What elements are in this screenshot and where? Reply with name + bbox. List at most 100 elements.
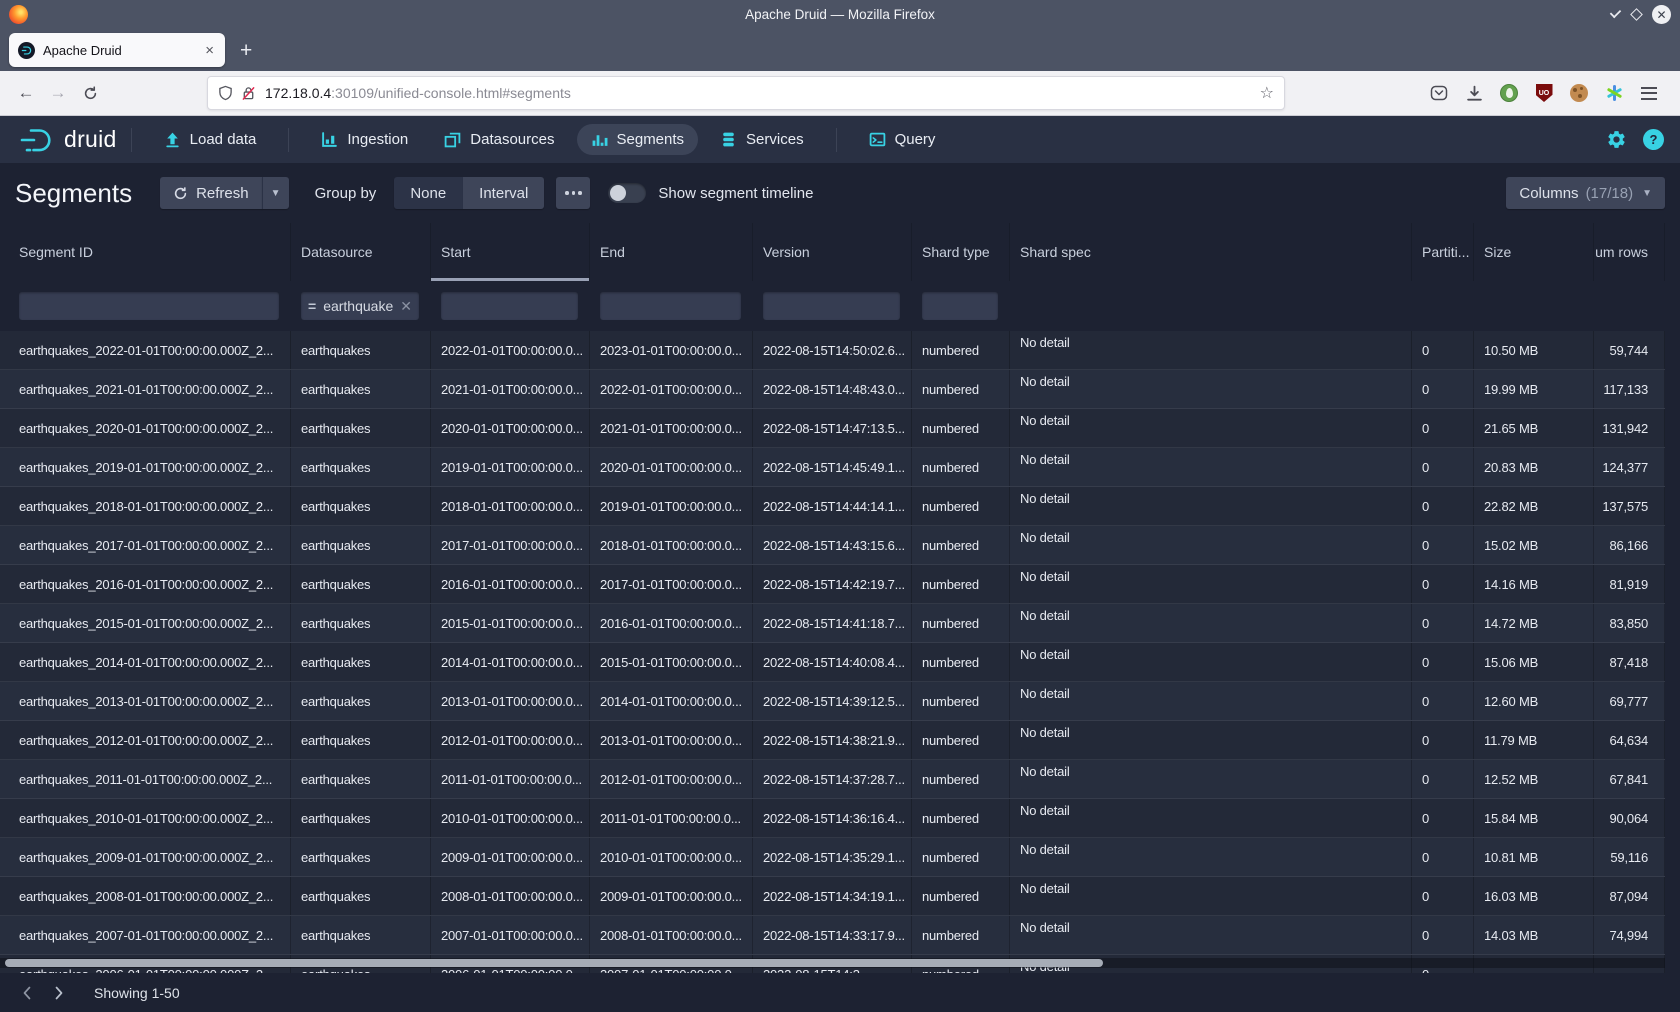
nav-item-ingestion[interactable]: Ingestion [307,124,422,155]
horizontal-scrollbar-thumb[interactable] [5,959,1103,967]
column-header-shard-type[interactable]: Shard type [912,223,1010,281]
cell-id[interactable]: earthquakes_2022-01-01T00:00:00.000Z_2..… [0,331,291,369]
refresh-label: Refresh [196,185,249,202]
cell-id[interactable]: earthquakes_2013-01-01T00:00:00.000Z_2..… [0,682,291,720]
table-row[interactable]: earthquakes_2010-01-01T00:00:00.000Z_2..… [0,799,1665,838]
cell-shard-spec: No detail [1010,331,1412,369]
druid-brand[interactable]: druid [18,126,117,154]
filter-input-start[interactable] [441,292,578,320]
database-icon [720,131,737,148]
table-row[interactable]: earthquakes_2015-01-01T00:00:00.000Z_2..… [0,604,1665,643]
refresh-button[interactable]: Refresh [160,177,262,209]
cookie-extension-icon[interactable] [1568,82,1590,104]
column-header-partiti-[interactable]: Partiti... [1412,223,1474,281]
cell-id[interactable]: earthquakes_2020-01-01T00:00:00.000Z_2..… [0,409,291,447]
cell-id[interactable]: earthquakes_2021-01-01T00:00:00.000Z_2..… [0,370,291,408]
column-header-num-rows[interactable]: Num rows [1594,223,1665,281]
filter-remove-icon[interactable]: ✕ [400,298,412,315]
table-row[interactable]: earthquakes_2022-01-01T00:00:00.000Z_2..… [0,331,1665,370]
nav-item-load-data[interactable]: Load data [150,124,271,155]
table-row[interactable]: earthquakes_2009-01-01T00:00:00.000Z_2..… [0,838,1665,877]
filter-input-end[interactable] [600,292,741,320]
url-bar[interactable]: 172.18.0.4:30109/unified-console.html#se… [207,76,1285,110]
nav-item-services[interactable]: Services [706,124,818,155]
cell-id[interactable]: earthquakes_2015-01-01T00:00:00.000Z_2..… [0,604,291,642]
cell-id[interactable]: earthquakes_2007-01-01T00:00:00.000Z_2..… [0,916,291,954]
filter-input-version[interactable] [763,292,900,320]
table-row[interactable]: earthquakes_2007-01-01T00:00:00.000Z_2..… [0,916,1665,955]
table-row[interactable]: earthquakes_2019-01-01T00:00:00.000Z_2..… [0,448,1665,487]
extension-green-icon[interactable] [1498,82,1520,104]
table-row[interactable]: earthquakes_2008-01-01T00:00:00.000Z_2..… [0,877,1665,916]
column-header-segment-id[interactable]: Segment ID [0,223,291,281]
table-row[interactable]: earthquakes_2013-01-01T00:00:00.000Z_2..… [0,682,1665,721]
extension-asterisk-icon[interactable] [1603,82,1625,104]
tab-close-icon[interactable]: × [203,42,216,59]
forward-button[interactable]: → [42,78,74,108]
more-options-button[interactable] [556,177,590,209]
table-row[interactable]: earthquakes_2020-01-01T00:00:00.000Z_2..… [0,409,1665,448]
window-minimize-icon[interactable] [1610,7,1621,18]
reload-button[interactable] [74,78,106,108]
cell-id[interactable]: earthquakes_2016-01-01T00:00:00.000Z_2..… [0,565,291,603]
next-page-button[interactable] [46,980,72,1006]
cell-id[interactable]: earthquakes_2010-01-01T00:00:00.000Z_2..… [0,799,291,837]
url-path: :30109/unified-console.html#segments [331,85,571,101]
ublock-icon[interactable]: UO [1533,82,1555,104]
group-by-none-button[interactable]: None [394,177,462,209]
gear-icon[interactable] [1606,129,1627,150]
filter-input-shard-type[interactable] [922,292,998,320]
shield-icon[interactable] [218,85,233,101]
cell-id[interactable]: earthquakes_2018-01-01T00:00:00.000Z_2..… [0,487,291,525]
cell-id[interactable]: earthquakes_2017-01-01T00:00:00.000Z_2..… [0,526,291,564]
filter-input-datasource[interactable]: = earthquake ✕ [301,292,419,320]
table-row[interactable]: earthquakes_2018-01-01T00:00:00.000Z_2..… [0,487,1665,526]
refresh-dropdown-button[interactable]: ▼ [262,177,289,209]
nav-item-datasources[interactable]: Datasources [430,124,568,155]
cell-size: 10.81 MB [1474,838,1594,876]
nav-item-segments[interactable]: Segments [577,124,699,155]
group-by-interval-button[interactable]: Interval [462,177,544,209]
lock-insecure-icon[interactable] [241,85,256,101]
table-row[interactable]: earthquakes_2014-01-01T00:00:00.000Z_2..… [0,643,1665,682]
table-row[interactable]: earthquakes_2021-01-01T00:00:00.000Z_2..… [0,370,1665,409]
cell-start: 2009-01-01T00:00:00.0... [431,838,590,876]
cell-datasource: earthquakes [291,526,431,564]
upload-icon [164,131,181,148]
table-row[interactable]: earthquakes_2016-01-01T00:00:00.000Z_2..… [0,565,1665,604]
filter-operator: = [308,298,316,314]
bookmark-star-icon[interactable]: ☆ [1260,83,1274,103]
filter-input-segment-id[interactable] [19,292,279,320]
table-row[interactable]: earthquakes_2012-01-01T00:00:00.000Z_2..… [0,721,1665,760]
new-tab-button[interactable]: + [240,40,252,61]
back-button[interactable]: ← [10,78,42,108]
column-header-size[interactable]: Size [1474,223,1594,281]
column-header-end[interactable]: End [590,223,753,281]
cell-id[interactable]: earthquakes_2008-01-01T00:00:00.000Z_2..… [0,877,291,915]
segment-timeline-toggle[interactable] [608,183,646,203]
cell-id[interactable]: earthquakes_2019-01-01T00:00:00.000Z_2..… [0,448,291,486]
cell-version: 2022-08-15T14:47:13.5... [753,409,912,447]
cell-id[interactable]: earthquakes_2009-01-01T00:00:00.000Z_2..… [0,838,291,876]
table-row[interactable]: earthquakes_2011-01-01T00:00:00.000Z_2..… [0,760,1665,799]
cell-num-rows: 81,919 [1594,565,1665,603]
browser-tab[interactable]: Apache Druid × [9,33,225,67]
window-close-icon[interactable]: ✕ [1652,5,1671,24]
nav-item-query[interactable]: Query [855,124,950,155]
column-header-start[interactable]: Start [431,223,590,281]
window-maximize-icon[interactable] [1630,8,1643,21]
pocket-icon[interactable] [1428,82,1450,104]
menu-icon[interactable] [1638,82,1660,104]
table-row[interactable]: earthquakes_2017-01-01T00:00:00.000Z_2..… [0,526,1665,565]
help-icon[interactable]: ? [1643,129,1664,150]
previous-page-button[interactable] [14,980,40,1006]
column-header-shard-spec[interactable]: Shard spec [1010,223,1412,281]
column-header-version[interactable]: Version [753,223,912,281]
downloads-icon[interactable] [1463,82,1485,104]
cell-id[interactable]: earthquakes_2012-01-01T00:00:00.000Z_2..… [0,721,291,759]
nav-item-label: Segments [617,131,685,148]
cell-id[interactable]: earthquakes_2014-01-01T00:00:00.000Z_2..… [0,643,291,681]
column-header-datasource[interactable]: Datasource [291,223,431,281]
columns-button[interactable]: Columns (17/18) ▼ [1506,177,1665,209]
cell-id[interactable]: earthquakes_2011-01-01T00:00:00.000Z_2..… [0,760,291,798]
